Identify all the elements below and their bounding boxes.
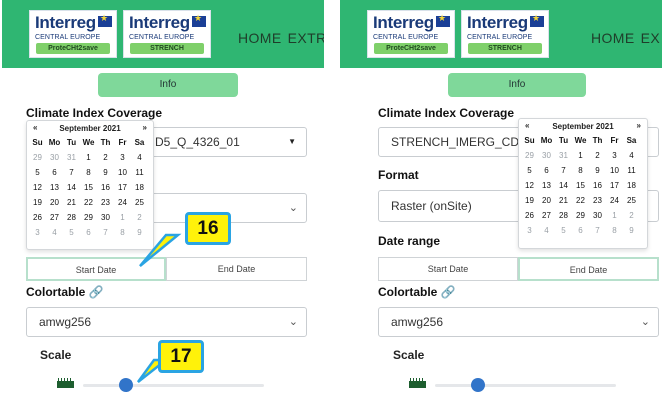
- scale-slider-thumb[interactable]: [471, 378, 486, 392]
- weekday-header: Sa: [626, 136, 637, 145]
- ruler-icon: [409, 378, 426, 388]
- calendar-day[interactable]: 4: [538, 223, 555, 238]
- calendar-day[interactable]: 19: [521, 193, 538, 208]
- calendar-day[interactable]: 10: [606, 163, 623, 178]
- calendar-day[interactable]: 23: [589, 193, 606, 208]
- calendar-day[interactable]: 4: [623, 148, 640, 163]
- weekday-header: Mo: [540, 136, 553, 145]
- calendar-day[interactable]: 22: [572, 193, 589, 208]
- calendar-day[interactable]: 13: [538, 178, 555, 193]
- colortable-select[interactable]: amwg256 ⌄: [378, 307, 659, 337]
- eu-flag-icon: [436, 13, 450, 27]
- calendar-day[interactable]: 29: [572, 208, 589, 223]
- calendar-day[interactable]: 6: [572, 223, 589, 238]
- colortable-label: Colortable 🔗: [378, 285, 456, 299]
- interreg-strench-logo[interactable]: Interreg CENTRAL EUROPE STRENCH: [461, 10, 549, 58]
- calendar-day[interactable]: 9: [589, 163, 606, 178]
- calendar-day[interactable]: 30: [538, 148, 555, 163]
- chevron-down-icon: ⌄: [640, 316, 650, 328]
- eu-flag-icon: [530, 13, 544, 27]
- calendar-day[interactable]: 7: [555, 163, 572, 178]
- calendar-day[interactable]: 14: [555, 178, 572, 193]
- calendar-day[interactable]: 24: [606, 193, 623, 208]
- weekday-header: Su: [524, 136, 535, 145]
- format-label: Format: [378, 168, 419, 182]
- info-button[interactable]: Info: [448, 73, 586, 97]
- calendar-day[interactable]: 8: [606, 223, 623, 238]
- calendar-day[interactable]: 31: [555, 148, 572, 163]
- header: Interreg CENTRAL EUROPE ProteCHt2save In…: [340, 0, 662, 68]
- coverage-select-value: STRENCH_IMERG_CDD5: [391, 135, 535, 149]
- format-select-value: Raster (onSite): [391, 199, 472, 213]
- calendar-day[interactable]: 18: [623, 178, 640, 193]
- date-range-label: Date range: [378, 234, 441, 248]
- start-date-button[interactable]: Start Date: [378, 257, 518, 281]
- calendar-day[interactable]: 27: [538, 208, 555, 223]
- calendar-day[interactable]: 16: [589, 178, 606, 193]
- calendar-day[interactable]: 7: [589, 223, 606, 238]
- calendar-day[interactable]: 5: [555, 223, 572, 238]
- calendar-day[interactable]: 17: [606, 178, 623, 193]
- interreg-protecht2save-logo[interactable]: Interreg CENTRAL EUROPE ProteCHt2save: [367, 10, 455, 58]
- calendar-day[interactable]: 26: [521, 208, 538, 223]
- weekday-header: Fr: [610, 136, 619, 145]
- nav-extreme-link[interactable]: EX: [641, 30, 660, 46]
- right-panel: Interreg CENTRAL EUROPE ProteCHt2save In…: [340, 0, 662, 399]
- calendar-day[interactable]: 29: [521, 148, 538, 163]
- next-month-button[interactable]: »: [637, 121, 641, 130]
- calendar-day[interactable]: 2: [589, 148, 606, 163]
- colortable-select-value: amwg256: [391, 315, 444, 329]
- end-date-button[interactable]: End Date: [518, 257, 659, 281]
- calendar-day[interactable]: 1: [572, 148, 589, 163]
- link-icon[interactable]: 🔗: [441, 285, 456, 299]
- top-nav: HOME EX: [591, 30, 662, 46]
- scale-label: Scale: [393, 348, 425, 362]
- calendar-day[interactable]: 3: [521, 223, 538, 238]
- calendar-day[interactable]: 28: [555, 208, 572, 223]
- left-panel: Interreg CENTRAL EUROPE ProteCHt2save In…: [2, 0, 324, 399]
- nav-home-link[interactable]: HOME: [591, 30, 635, 46]
- weekday-header: We: [574, 136, 587, 145]
- calendar-day[interactable]: 11: [623, 163, 640, 178]
- scale-slider-track[interactable]: [435, 384, 616, 387]
- calendar-day[interactable]: 2: [623, 208, 640, 223]
- calendar-day[interactable]: 25: [623, 193, 640, 208]
- datepicker-calendar: « September 2021 » Su Mo Tu We Th Fr Sa 29 30 31…: [518, 118, 648, 249]
- calendar-day[interactable]: 30: [589, 208, 606, 223]
- calendar-day[interactable]: 12: [521, 178, 538, 193]
- callout-17: 17: [158, 340, 204, 373]
- calendar-day[interactable]: 1: [606, 208, 623, 223]
- climate-index-coverage-label: Climate Index Coverage: [378, 106, 515, 120]
- calendar-day[interactable]: 15: [572, 178, 589, 193]
- calendar-grid: Su Mo Tu We Th Fr Sa 29 30 31 1 2 3 4 5 6 7 8 9 10 11 12 13 14…: [521, 133, 640, 238]
- calendar-month-title[interactable]: September 2021: [519, 122, 647, 131]
- calendar-day[interactable]: 9: [623, 223, 640, 238]
- calendar-day[interactable]: 21: [555, 193, 572, 208]
- weekday-header: Th: [592, 136, 603, 145]
- calendar-day[interactable]: 8: [572, 163, 589, 178]
- weekday-header: Tu: [558, 136, 569, 145]
- calendar-day[interactable]: 5: [521, 163, 538, 178]
- calendar-day[interactable]: 20: [538, 193, 555, 208]
- calendar-day[interactable]: 6: [538, 163, 555, 178]
- calendar-day[interactable]: 3: [606, 148, 623, 163]
